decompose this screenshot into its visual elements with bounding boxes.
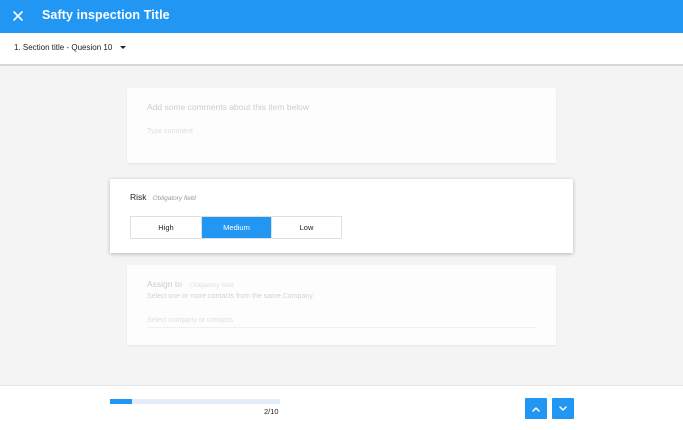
previous-question-button[interactable]: [525, 398, 547, 419]
section-dropdown[interactable]: 1. Section title - Quesion 10: [14, 43, 127, 52]
comments-heading: Add some comments about this item below: [147, 102, 310, 112]
assign-description: Select one or more contacts from the sam…: [147, 293, 315, 300]
page-title: Safty inspection Title: [42, 8, 170, 22]
assign-card: Assign to Obligatory field Select one or…: [127, 265, 556, 345]
risk-option-medium[interactable]: Medium: [201, 217, 271, 238]
footer: 2/10: [0, 385, 683, 430]
progress-fill: [110, 399, 133, 404]
progress-text: 2/10: [264, 407, 279, 416]
close-icon[interactable]: [10, 8, 26, 24]
assign-label: Assign to: [147, 279, 182, 289]
next-question-button[interactable]: [552, 398, 574, 419]
risk-segmented-control: High Medium Low: [130, 216, 342, 239]
risk-option-low[interactable]: Low: [271, 217, 341, 238]
contact-input[interactable]: [147, 314, 537, 328]
section-label: 1. Section title - Quesion 10: [14, 43, 113, 52]
risk-option-high[interactable]: High: [131, 217, 201, 238]
risk-obligatory-note: Obligatory field: [152, 195, 196, 202]
chevron-down-icon: [558, 400, 568, 418]
app-bar: Safty inspection Title: [0, 0, 683, 33]
progress-bar: [110, 399, 280, 404]
comment-input[interactable]: [147, 124, 537, 138]
caret-down-icon: [120, 46, 127, 49]
risk-title-row: Risk Obligatory field: [130, 192, 196, 202]
comments-card: Add some comments about this item below: [127, 88, 556, 163]
risk-card: Risk Obligatory field High Medium Low: [110, 179, 573, 253]
assign-obligatory-note: Obligatory field: [189, 282, 234, 289]
section-bar: 1. Section title - Quesion 10: [0, 33, 683, 66]
chevron-up-icon: [531, 400, 541, 418]
assign-title-row: Assign to Obligatory field: [147, 279, 233, 289]
risk-label: Risk: [130, 192, 147, 202]
